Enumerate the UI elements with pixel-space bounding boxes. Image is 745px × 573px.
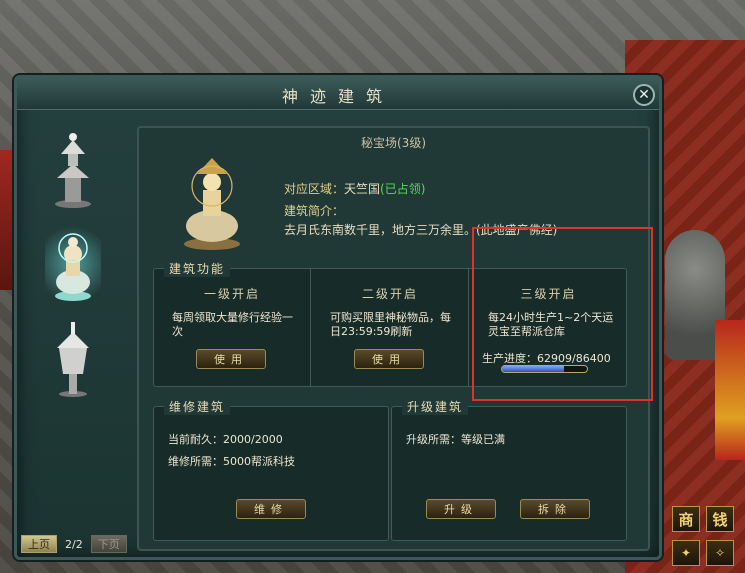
repair-cost-text: 维修所需：5000帮派科技 [168,455,295,468]
repair-button[interactable]: 维修 [236,499,306,519]
function-level-2: 二级开启 可购买限里神秘物品，每日23:59:59刷新 使用 [312,269,469,386]
durability-text: 当前耐久：2000/2000 [168,433,283,446]
shop-button[interactable]: 商 [672,506,700,532]
use-button-1[interactable]: 使用 [196,349,266,369]
intro-label: 建筑简介： [284,204,345,218]
title-bar[interactable]: 神迹建筑 ✕ [17,78,659,110]
function-head: 一级开启 [203,287,260,301]
region-line: 对应区域：天竺国(已占领) [284,180,425,197]
skill-icon-2[interactable]: ✧ [706,540,734,566]
intro-label-line: 建筑简介： [284,202,344,219]
building-name: 秘宝场(3级) [361,136,426,150]
buddha-statue-image [184,158,240,250]
silver-lantern-icon [57,322,89,397]
function-head: 二级开启 [361,287,418,301]
prev-page-button[interactable]: 上页 [21,535,57,553]
function-desc: 可购买限里神秘物品，每日23:59:59刷新 [330,311,451,338]
pager: 上页 2/2 下页 [21,535,127,553]
upgrade-title: 升级建筑 [402,398,469,415]
region-status: (已占领) [380,182,426,196]
building-item-pagoda[interactable] [45,130,101,210]
region-value: 天竺国 [344,182,381,196]
demolish-button[interactable]: 拆除 [520,499,590,519]
function-desc: 每周领取大量修行经验一次 [172,311,293,338]
pagoda-icon [55,133,91,208]
banner-flag [715,320,745,460]
page-indicator: 2/2 [65,537,83,551]
highlight-annotation-box [472,227,653,401]
use-button-2[interactable]: 使用 [354,349,424,369]
building-item-buddha[interactable] [45,218,101,310]
region-label: 对应区域： [284,182,345,196]
dialog-title: 神迹建筑 [281,87,394,106]
skill-icon-1[interactable]: ✦ [672,540,700,566]
function-level-1: 一级开启 每周领取大量修行经验一次 使用 [154,269,311,386]
buddha-elephant-icon [55,233,91,301]
next-page-button[interactable]: 下页 [90,535,127,553]
building-item-lantern[interactable] [45,318,101,398]
upgrade-building-section: 升级建筑 升级所需：等级已满 升级 拆除 [391,398,627,541]
close-button[interactable]: ✕ [633,84,655,106]
upgrade-button[interactable]: 升级 [426,499,496,519]
repair-building-section: 维修建筑 当前耐久：2000/2000 维修所需：5000帮派科技 维修 [153,398,389,541]
repair-title: 维修建筑 [164,398,231,415]
upgrade-requirement-text: 升级所需：等级已满 [406,433,505,446]
money-button[interactable]: 钱 [706,506,734,532]
